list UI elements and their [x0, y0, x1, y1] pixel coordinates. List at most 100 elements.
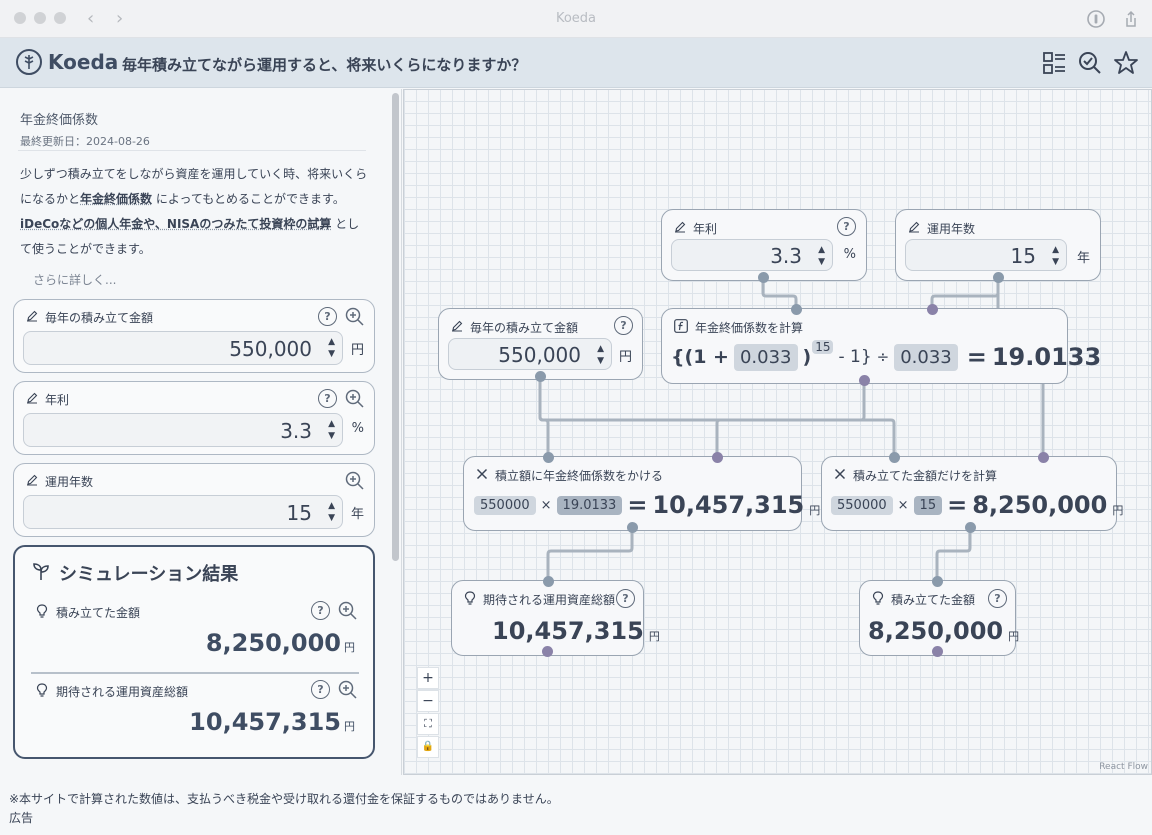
help-icon[interactable]: ? — [988, 589, 1007, 608]
multiply-result: 10,457,315 — [652, 491, 805, 519]
output-handle[interactable] — [965, 522, 976, 533]
output-handle[interactable] — [993, 272, 1004, 283]
result-value: 10,457,315 円 — [189, 708, 355, 736]
stepper-icon[interactable]: ▲ ▼ — [328, 336, 335, 360]
help-icon[interactable]: ? — [311, 601, 330, 620]
divider — [31, 672, 359, 674]
zoom-icon[interactable] — [338, 601, 357, 620]
lightbulb-icon — [36, 604, 48, 621]
flow-canvas[interactable] — [403, 89, 1152, 775]
output-handle[interactable] — [932, 646, 943, 657]
output-handle[interactable] — [758, 272, 769, 283]
stepper-icon[interactable]: ▲ ▼ — [1052, 244, 1059, 268]
node-annual-input[interactable]: 550,000 ▲ ▼ — [448, 338, 612, 370]
node-contribution[interactable]: 積み立てた金額だけを計算 550000 × 15 = 8,250,000 円 — [821, 456, 1123, 531]
zoom-icon[interactable] — [345, 471, 364, 490]
input-handle[interactable] — [927, 304, 938, 315]
input-handle[interactable] — [932, 576, 943, 587]
last-updated: 最終更新日：2024-08-26 — [20, 135, 150, 148]
multiply-icon — [834, 468, 846, 483]
node-label: 運用年数 — [908, 220, 975, 237]
formula-text: = — [627, 491, 648, 519]
output-handle[interactable] — [542, 646, 553, 657]
help-icon[interactable]: ? — [837, 217, 856, 236]
exponent-chip: 15 — [812, 340, 834, 354]
window-titlebar: ‹ › Koeda — [0, 0, 1152, 38]
help-icon[interactable]: ? — [616, 589, 635, 608]
annual-amount-input[interactable]: 550,000 ▲ ▼ — [23, 331, 343, 365]
zoom-icon[interactable] — [338, 680, 357, 699]
formula-text: - 1} — [838, 347, 872, 367]
share-icon[interactable] — [1121, 9, 1141, 29]
node-label-text: 期待される運用資産総額 — [483, 593, 616, 607]
node-expected-total[interactable]: 期待される運用資産総額 ? 10,457,315 円 — [451, 580, 660, 656]
output-handle[interactable] — [535, 371, 546, 382]
contribution-formula: 550000 × 15 = 8,250,000 円 — [831, 491, 1123, 519]
sidebar-scrollbar[interactable] — [392, 93, 399, 561]
node-rate[interactable]: 年利 ? 3.3 ▲ ▼ % — [661, 209, 867, 281]
stepper-icon[interactable]: ▲ ▼ — [818, 244, 825, 268]
node-label: 年金終価係数を計算 — [674, 319, 803, 336]
divider — [18, 150, 366, 151]
help-icon[interactable]: ? — [311, 680, 330, 699]
input-label: 毎年の積み立て金額 — [26, 309, 153, 326]
search-check-icon[interactable] — [1077, 50, 1103, 76]
node-annual[interactable]: 毎年の積み立て金額 ? 550,000 ▲ ▼ 円 — [438, 308, 643, 380]
zoom-icon[interactable] — [345, 307, 364, 326]
node-coefficient[interactable]: 年金終価係数を計算 {(1 + 0.033 ) 15 - 1} ÷ 0.033 … — [661, 308, 1101, 384]
zoom-out-button[interactable]: − — [417, 690, 439, 712]
stepper-icon[interactable]: ▲ ▼ — [328, 500, 335, 524]
contribution-result: 8,250,000 — [972, 491, 1108, 519]
input-handle[interactable] — [543, 576, 554, 587]
input-label-text: 毎年の積み立て金額 — [45, 311, 154, 325]
article-title: 年金終価係数 — [20, 113, 99, 128]
unit-label: 円 — [618, 350, 632, 365]
list-view-icon[interactable] — [1041, 50, 1067, 76]
node-label-text: 年金終価係数を計算 — [695, 321, 804, 335]
term-link[interactable]: 年金終価係数 — [80, 192, 152, 206]
node-total-contribution[interactable]: 積み立てた金額 ? 8,250,000 円 — [859, 580, 1020, 656]
help-icon[interactable]: ? — [318, 389, 337, 408]
react-flow-attribution[interactable]: React Flow — [1099, 762, 1148, 772]
stepper-icon[interactable]: ▲ ▼ — [328, 418, 335, 442]
input-card-annual: 毎年の積み立て金額 ? 550,000 ▲ ▼ 円 — [13, 299, 375, 373]
node-years-input[interactable]: 15 ▲ ▼ — [905, 239, 1067, 271]
leaf-icon — [16, 49, 42, 75]
node-multiply[interactable]: 積立額に年金終価係数をかける 550000 × 19.0133 = 10,457… — [463, 456, 820, 531]
zoom-in-button[interactable]: + — [417, 667, 439, 689]
output-handle[interactable] — [859, 375, 870, 386]
unit-label: 年 — [350, 507, 364, 522]
input-handle[interactable] — [712, 452, 723, 463]
star-icon[interactable] — [1113, 50, 1139, 76]
input-handle[interactable] — [791, 304, 802, 315]
input-handle[interactable] — [543, 452, 554, 463]
node-label: 積み立てた金額 — [872, 591, 975, 608]
formula-text: ÷ — [876, 348, 890, 366]
term-link[interactable]: iDeCoなどの個人年金や、NISAのつみたて投資枠の試算 — [20, 217, 331, 231]
sprout-icon — [31, 561, 51, 586]
input-label-text: 運用年数 — [45, 475, 94, 489]
node-label-text: 毎年の積み立て金額 — [470, 321, 579, 335]
years-input[interactable]: 15 ▲ ▼ — [23, 495, 343, 529]
help-icon[interactable]: ? — [318, 307, 337, 326]
input-handle[interactable] — [1038, 452, 1049, 463]
info-icon[interactable] — [1086, 9, 1106, 29]
lock-button[interactable]: 🔒 — [417, 736, 439, 758]
brand-logo[interactable]: Koeda — [16, 49, 118, 75]
output-handle[interactable] — [627, 522, 638, 533]
rate-input[interactable]: 3.3 ▲ ▼ — [23, 413, 343, 447]
input-label-text: 年利 — [45, 393, 70, 407]
input-handle[interactable] — [889, 452, 900, 463]
node-label: 積み立てた金額だけを計算 — [834, 467, 997, 484]
stepper-icon[interactable]: ▲ ▼ — [597, 343, 604, 367]
fit-view-button[interactable]: ⛶ — [417, 713, 439, 735]
zoom-icon[interactable] — [345, 389, 364, 408]
help-icon[interactable]: ? — [614, 316, 633, 335]
unit-label: 円 — [1008, 630, 1020, 643]
node-years[interactable]: 運用年数 15 ▲ ▼ 年 — [895, 209, 1101, 281]
read-more-link[interactable]: さらに詳しく... — [33, 271, 116, 288]
operand-chip: 19.0133 — [556, 495, 623, 515]
unit-label: 円 — [1112, 504, 1124, 517]
node-rate-input[interactable]: 3.3 ▲ ▼ — [671, 239, 833, 271]
disclaimer: ※本サイトで計算された数値は、支払うべき税金や受け取れる還付金を保証するものでは… — [9, 792, 559, 806]
